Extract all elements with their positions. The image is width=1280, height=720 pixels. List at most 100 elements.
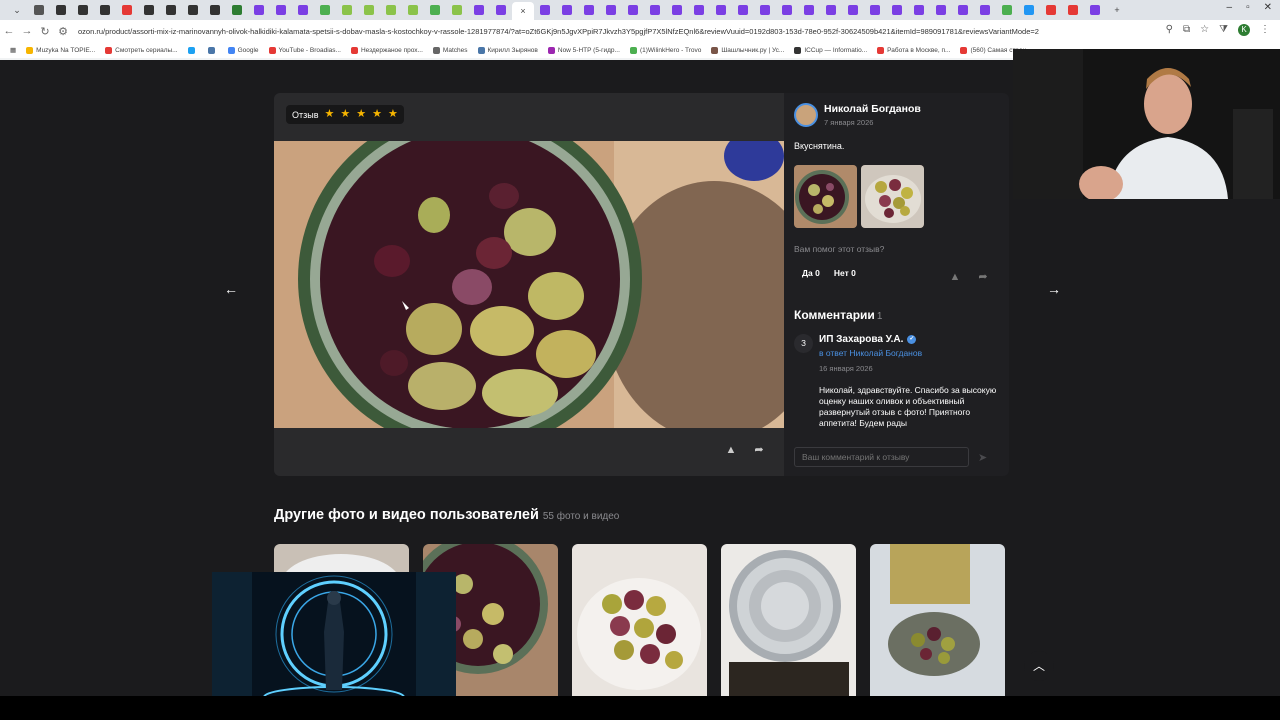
tab[interactable] — [820, 2, 842, 18]
reply-to-link[interactable]: в ответ Николай Богданов — [819, 348, 997, 358]
tab[interactable] — [182, 2, 204, 18]
close-window-icon[interactable]: ✕ — [1264, 2, 1272, 13]
avatar[interactable] — [794, 103, 818, 127]
tab[interactable] — [578, 2, 600, 18]
vote-no-button[interactable]: Нет 0 — [834, 268, 856, 278]
new-tab-icon[interactable]: + — [1106, 2, 1128, 18]
gallery-photo[interactable] — [870, 544, 1005, 696]
tab[interactable] — [226, 2, 248, 18]
address-bar[interactable]: ozon.ru/product/assorti-mix-iz-marinovan… — [78, 27, 1158, 36]
minimize-icon[interactable]: – — [1227, 2, 1233, 13]
tab[interactable] — [94, 2, 116, 18]
menu-icon[interactable]: ⋮ — [1260, 24, 1270, 36]
bookmark[interactable]: Now 5-HTP (5-гидр... — [547, 46, 620, 54]
gallery-photo[interactable] — [572, 544, 707, 696]
tab[interactable] — [28, 2, 50, 18]
back-icon[interactable]: ← — [0, 25, 18, 37]
tab[interactable] — [908, 2, 930, 18]
gallery-photo[interactable] — [721, 544, 856, 696]
profile-avatar[interactable]: K — [1238, 24, 1250, 36]
tab-active[interactable]: × — [512, 2, 534, 20]
tab[interactable] — [1084, 2, 1106, 18]
vote-yes-button[interactable]: Да 0 — [802, 268, 820, 278]
avatar[interactable]: З — [794, 334, 813, 353]
tab[interactable] — [358, 2, 380, 18]
tab[interactable] — [754, 2, 776, 18]
tab[interactable] — [864, 2, 886, 18]
tab[interactable] — [556, 2, 578, 18]
tab[interactable] — [380, 2, 402, 18]
tab[interactable] — [974, 2, 996, 18]
bookmark[interactable]: Шашлычник.ру | Ус... — [711, 46, 784, 54]
review-thumbnail[interactable] — [794, 165, 857, 228]
review-main-photo[interactable] — [274, 141, 784, 428]
extensions-icon[interactable]: ⧩ — [1219, 24, 1228, 36]
zoom-icon[interactable]: ⚲ — [1166, 24, 1173, 36]
bookmark[interactable]: Matches — [432, 46, 468, 54]
bookmark[interactable]: (1)WilinkHero - Trovo — [629, 46, 701, 54]
share-icon[interactable]: ➦ — [976, 270, 990, 284]
apps-icon[interactable]: ▦ — [10, 46, 16, 54]
bookmark[interactable]: Muzyka Na TOPIE... — [26, 46, 95, 54]
reload-icon[interactable]: ↻ — [36, 25, 54, 38]
tab[interactable] — [160, 2, 182, 18]
author-name[interactable]: Николай Богданов — [824, 103, 921, 115]
tab[interactable] — [688, 2, 710, 18]
tab[interactable] — [776, 2, 798, 18]
bookmark[interactable]: YouTube - Broadias... — [268, 46, 341, 54]
bookmark[interactable]: Работа в Москве, п... — [877, 46, 950, 54]
next-arrow-icon[interactable]: → — [1047, 281, 1061, 297]
bookmark[interactable]: Кирилл Зырянов — [477, 46, 538, 54]
tab[interactable] — [402, 2, 424, 18]
bookmark[interactable] — [207, 46, 218, 54]
bookmark[interactable] — [187, 46, 198, 54]
comment-author[interactable]: ИП Захарова У.А. ✓ — [819, 334, 997, 345]
bookmark[interactable]: Нездержаное прох... — [350, 46, 423, 54]
bookmark[interactable]: Google — [227, 46, 259, 54]
tab[interactable] — [710, 2, 732, 18]
site-info-icon[interactable]: ⚙ — [54, 25, 72, 38]
tab[interactable] — [798, 2, 820, 18]
comment-input[interactable] — [794, 447, 969, 467]
tab[interactable] — [138, 2, 160, 18]
tab[interactable] — [116, 2, 138, 18]
tab[interactable] — [292, 2, 314, 18]
tab[interactable] — [204, 2, 226, 18]
tab[interactable] — [622, 2, 644, 18]
tab[interactable] — [446, 2, 468, 18]
tab[interactable] — [468, 2, 490, 18]
tab[interactable] — [72, 2, 94, 18]
tab[interactable] — [930, 2, 952, 18]
tab[interactable] — [732, 2, 754, 18]
tab[interactable] — [1018, 2, 1040, 18]
tab[interactable] — [996, 2, 1018, 18]
review-thumbnail[interactable] — [861, 165, 924, 228]
send-icon[interactable]: ➤ — [978, 451, 987, 464]
bookmark[interactable]: ICCup — Informatio... — [794, 46, 867, 54]
tab[interactable] — [600, 2, 622, 18]
prev-arrow-icon[interactable]: ← — [224, 281, 238, 297]
tab[interactable] — [1040, 2, 1062, 18]
tab[interactable] — [842, 2, 864, 18]
tab[interactable] — [314, 2, 336, 18]
tab[interactable] — [270, 2, 292, 18]
tab[interactable] — [1062, 2, 1084, 18]
bookmark[interactable]: Смотреть сериалы... — [105, 46, 178, 54]
restore-icon[interactable]: ▫ — [1246, 2, 1250, 13]
tab[interactable] — [644, 2, 666, 18]
scroll-to-top-button[interactable]: ︿ — [1024, 651, 1054, 681]
report-icon[interactable]: ▲ — [948, 270, 962, 284]
share-icon[interactable]: ➦ — [752, 443, 766, 457]
tab[interactable] — [534, 2, 556, 18]
report-icon[interactable]: ▲ — [724, 443, 738, 457]
install-icon[interactable]: ⧉ — [1183, 24, 1190, 36]
tab[interactable] — [424, 2, 446, 18]
tab[interactable] — [248, 2, 270, 18]
bookmark-star-icon[interactable]: ☆ — [1200, 24, 1209, 36]
tab[interactable] — [50, 2, 72, 18]
tab[interactable] — [666, 2, 688, 18]
tab[interactable] — [336, 2, 358, 18]
tab[interactable] — [886, 2, 908, 18]
tab[interactable] — [952, 2, 974, 18]
forward-icon[interactable]: → — [18, 25, 36, 37]
